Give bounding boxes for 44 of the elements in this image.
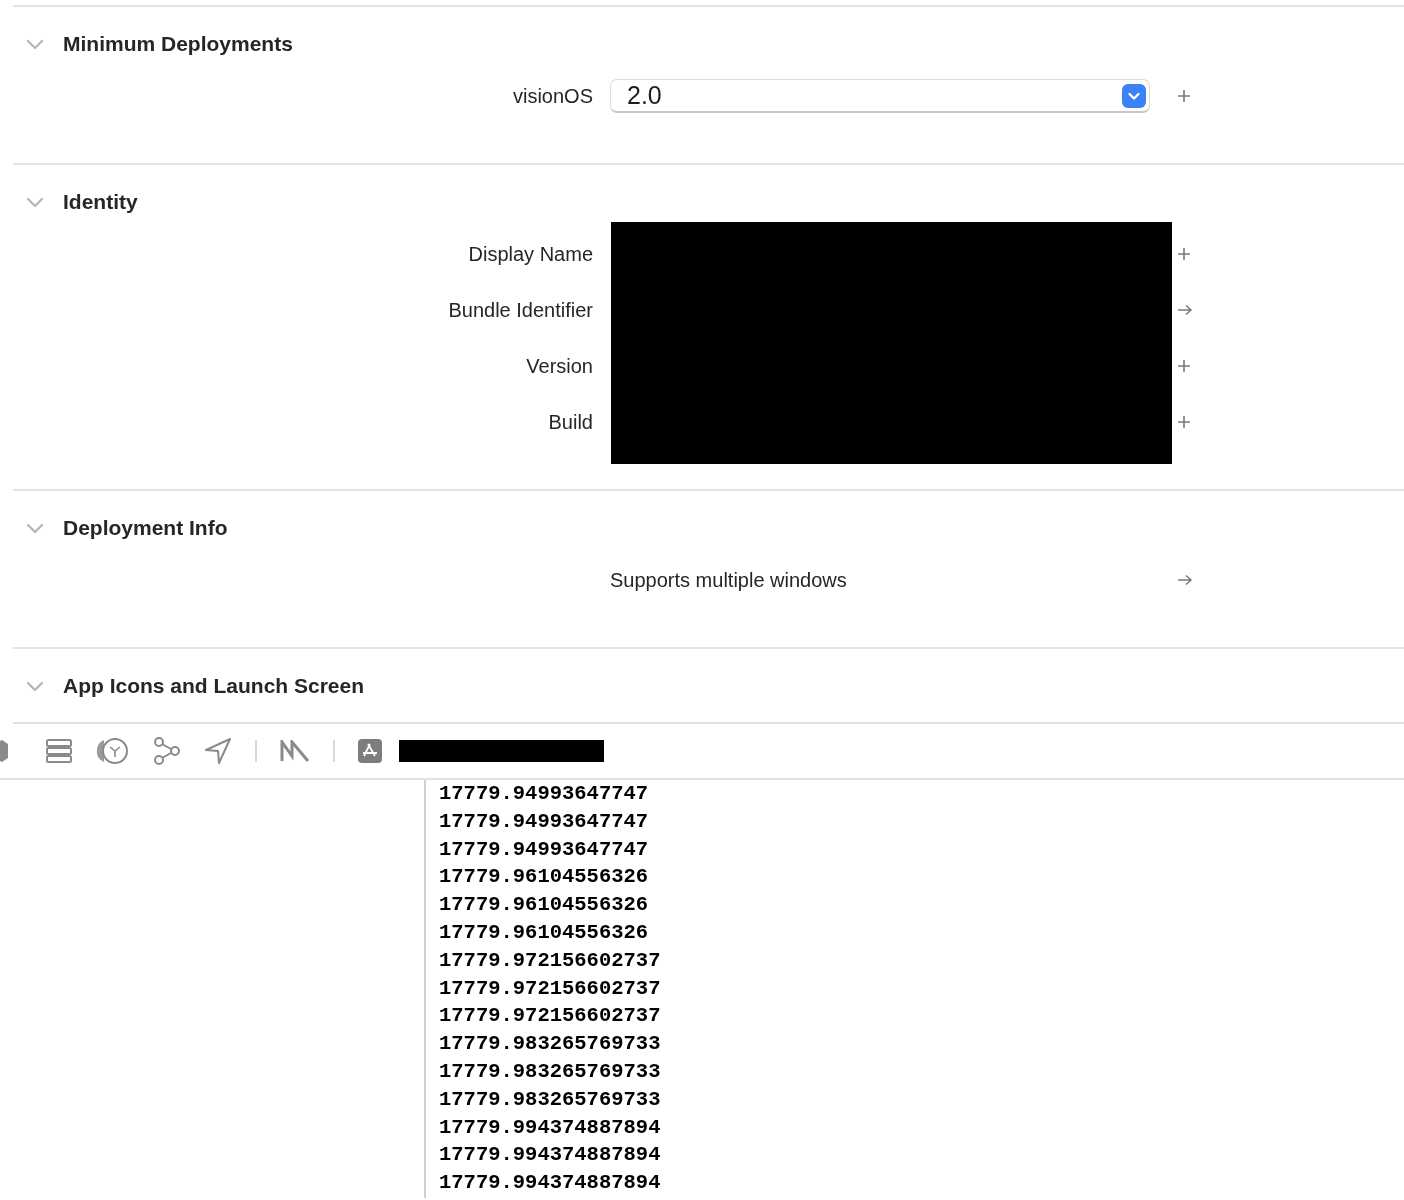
section-title: Identity xyxy=(63,190,138,214)
chevron-icon[interactable] xyxy=(26,522,44,534)
console-line: 17779.96104556326 xyxy=(439,920,650,946)
field-label: Display Name xyxy=(468,242,594,266)
console-line: 17779.94993647747 xyxy=(439,808,650,835)
field-label: Bundle Identifier xyxy=(448,298,594,322)
console-line: 17779.972156602737 xyxy=(439,975,661,1002)
field-label: visionOS xyxy=(512,84,594,108)
add-icon[interactable] xyxy=(1177,89,1191,103)
list-icon[interactable] xyxy=(45,738,73,764)
console-line: 17779.983265769733 xyxy=(439,1086,661,1113)
add-icon[interactable] xyxy=(1177,359,1191,373)
arrow-right-icon[interactable] xyxy=(1177,304,1193,316)
console-line: 17779.972156602737 xyxy=(439,947,661,974)
option-text: Supports multiple windows xyxy=(610,568,848,592)
nodes-icon[interactable] xyxy=(153,737,181,765)
console-line: 17779.983265769733 xyxy=(439,1058,661,1085)
globe-icon[interactable] xyxy=(96,737,130,765)
section-title: App Icons and Launch Screen xyxy=(63,674,365,698)
version-popup[interactable]: 2.0 xyxy=(610,79,1150,113)
app-store-icon[interactable] xyxy=(358,739,382,763)
console-line: 17779.994374887894 xyxy=(439,1142,661,1169)
add-icon[interactable] xyxy=(1177,247,1191,261)
console-line: 17779.94993647747 xyxy=(439,836,650,863)
section-title: Deployment Info xyxy=(63,516,228,540)
field-label: Version xyxy=(526,354,594,378)
console-line: 17779.96104556326 xyxy=(439,892,650,919)
console-line: 17779.94993647747 xyxy=(439,781,650,807)
cube-icon[interactable] xyxy=(0,740,10,762)
chevron-icon[interactable] xyxy=(26,196,44,208)
console-line: 17779.96104556326 xyxy=(439,864,650,891)
arrow-right-icon[interactable] xyxy=(1177,574,1193,586)
memory-graph-icon[interactable] xyxy=(280,740,310,762)
console-line: 17779.983265769733 xyxy=(439,1031,661,1058)
chevron-icon[interactable] xyxy=(26,680,44,692)
field-label: Build xyxy=(548,410,594,434)
console-line: 17779.994374887894 xyxy=(439,1114,661,1141)
chevron-icon[interactable] xyxy=(26,38,44,50)
chevron-down-icon xyxy=(1122,83,1146,108)
section-title: Minimum Deployments xyxy=(63,32,293,56)
location-arrow-icon[interactable] xyxy=(204,737,232,765)
console-line: 17779.972156602737 xyxy=(439,1003,661,1030)
add-icon[interactable] xyxy=(1177,415,1191,429)
console-line: 17779.994374887894 xyxy=(439,1170,661,1197)
